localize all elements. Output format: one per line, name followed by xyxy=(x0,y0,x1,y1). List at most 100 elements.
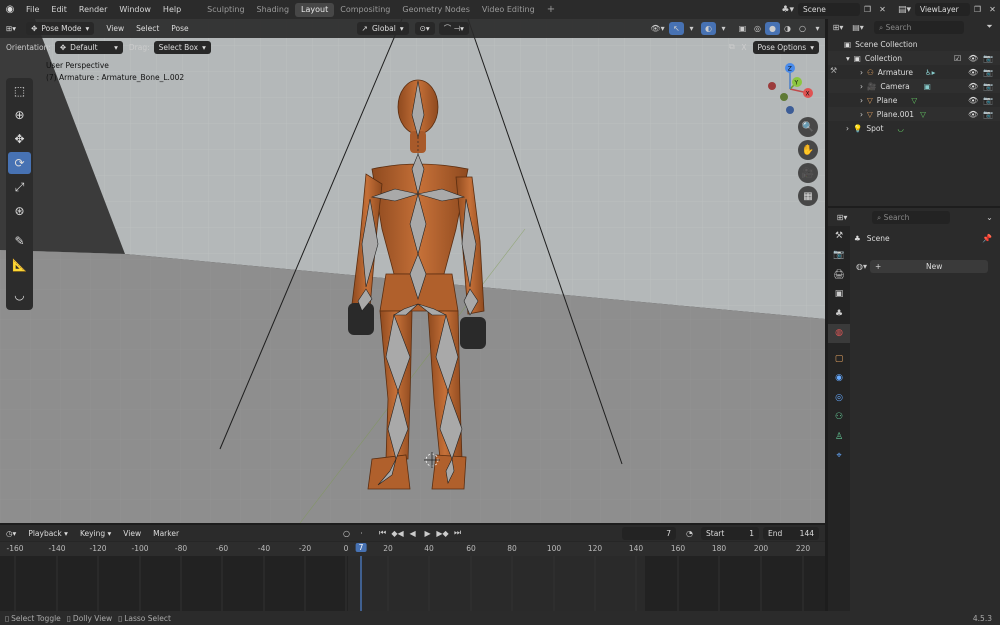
measure-icon[interactable]: 📐 xyxy=(8,254,31,276)
preview-range-icon[interactable]: ◔ xyxy=(682,527,697,540)
new-scene-icon[interactable]: ❐ xyxy=(860,3,875,16)
filter-icon[interactable]: ⏷ xyxy=(982,21,997,34)
physics-properties-icon[interactable]: ◎ xyxy=(828,388,850,408)
end-frame-field[interactable]: End 144 xyxy=(763,526,819,540)
object-data-armature-icon[interactable]: ♙ xyxy=(828,427,850,447)
output-properties-icon[interactable]: 🖨 xyxy=(828,265,850,285)
relax-pose-icon[interactable]: ◡ xyxy=(8,284,31,306)
menu-render[interactable]: Render xyxy=(73,0,113,19)
menu-pose[interactable]: Pose xyxy=(165,21,194,36)
camera-render-icon[interactable]: 📷 xyxy=(983,68,993,77)
eye-icon[interactable]: 👁 xyxy=(968,82,978,91)
eye-icon[interactable]: 👁 xyxy=(968,68,978,77)
wireframe-shading-icon[interactable]: ◎ xyxy=(750,22,765,35)
rotate-icon[interactable]: ⟳ xyxy=(8,152,31,174)
outliner-tool-icon[interactable]: ⚒ xyxy=(830,66,837,75)
perspective-grid-icon[interactable]: ▦ xyxy=(798,186,818,206)
tool-properties-icon[interactable]: ⚒ xyxy=(828,226,850,246)
snap-selector[interactable]: ⌒ ⊣▾ xyxy=(438,22,469,35)
start-frame-field[interactable]: Start 1 xyxy=(701,526,759,540)
tab-video-editing[interactable]: Video Editing xyxy=(476,0,541,19)
jump-end-icon[interactable]: ⏭ xyxy=(450,527,465,540)
menu-window[interactable]: Window xyxy=(113,0,157,19)
object-properties-icon[interactable]: ▢ xyxy=(828,349,850,369)
outliner-row-spot[interactable]: › 💡 Spot ◡ xyxy=(828,121,1000,135)
transform-icon[interactable]: ⊛ xyxy=(8,200,31,222)
camera-render-icon[interactable]: 📷 xyxy=(983,110,993,119)
menu-select[interactable]: Select xyxy=(130,21,165,36)
modifier-properties-icon[interactable]: ◉ xyxy=(828,369,850,389)
menu-timeline-view[interactable]: View xyxy=(117,526,147,541)
delete-view-layer-icon[interactable]: ✕ xyxy=(985,3,1000,16)
menu-view[interactable]: View xyxy=(100,21,130,36)
outliner-search-input[interactable]: ⌕ Search xyxy=(874,20,964,34)
mirror-x-label[interactable]: X xyxy=(741,43,746,52)
mirror-icon[interactable]: ⧉ xyxy=(724,41,739,54)
pin-icon[interactable]: 📌 xyxy=(982,234,992,243)
view-layer-icon[interactable]: ▤▾ xyxy=(898,5,911,15)
auto-keying-icon[interactable]: ○ xyxy=(339,527,354,540)
play-reverse-icon[interactable]: ◀ xyxy=(405,527,420,540)
view-layer-properties-icon[interactable]: ▣ xyxy=(828,285,850,305)
scene-icon[interactable]: ♣▾ xyxy=(781,5,794,15)
select-box-icon[interactable]: ⬚ xyxy=(8,80,31,102)
camera-view-icon[interactable]: 🎥 xyxy=(798,163,818,183)
new-view-layer-icon[interactable]: ❐ xyxy=(970,3,985,16)
keying-set-icon[interactable]: · xyxy=(354,527,369,540)
bone-properties-icon[interactable]: ⌖ xyxy=(828,447,850,467)
menu-playback[interactable]: Playback ▾ xyxy=(22,526,74,541)
xray-icon[interactable]: ▣ xyxy=(735,22,750,35)
menu-marker[interactable]: Marker xyxy=(147,526,185,541)
pose-options-button[interactable]: Pose Options ▾ xyxy=(752,40,819,54)
delete-scene-icon[interactable]: ✕ xyxy=(875,3,890,16)
move-icon[interactable]: ✥ xyxy=(8,128,31,150)
outliner-row-camera[interactable]: › 🎥 Camera ▣ 👁 📷 xyxy=(828,79,1000,93)
timeline-track-area[interactable] xyxy=(0,556,825,611)
menu-help[interactable]: Help xyxy=(157,0,187,19)
shading-dropdown-icon[interactable]: ▾ xyxy=(810,22,825,35)
3d-viewport[interactable]: ⊞▾ ✥ Pose Mode ▾ View Select Pose ↗ Glob… xyxy=(0,19,825,523)
gizmo-toggle-icon[interactable]: ↖ xyxy=(669,22,684,35)
properties-options-icon[interactable]: ⌄ xyxy=(982,211,997,224)
eye-icon[interactable]: 👁 xyxy=(968,96,978,105)
menu-edit[interactable]: Edit xyxy=(45,0,73,19)
rendered-shading-icon[interactable]: ○ xyxy=(795,22,810,35)
render-properties-icon[interactable]: 📷 xyxy=(828,246,850,266)
scene-properties-icon[interactable]: ♣ xyxy=(828,304,850,324)
menu-file[interactable]: File xyxy=(20,0,45,19)
solid-shading-icon[interactable]: ● xyxy=(765,22,780,35)
pan-hand-icon[interactable]: ✋ xyxy=(798,140,818,160)
overlay-toggle-icon[interactable]: ◐ xyxy=(701,22,716,35)
tab-geometry-nodes[interactable]: Geometry Nodes xyxy=(396,0,475,19)
outliner-row-scene-collection[interactable]: ▣ Scene Collection xyxy=(828,37,1000,51)
editor-type-icon[interactable]: ⊞▾ xyxy=(0,21,22,36)
outliner-row-armature[interactable]: › ⚇ Armature ♿▸ 👁 📷 xyxy=(828,65,1000,79)
outliner-row-plane-001[interactable]: › ▽ Plane.001 ▽ 👁 📷 xyxy=(828,107,1000,121)
visibility-icon[interactable]: 👁▾ xyxy=(650,22,665,35)
gizmo-dropdown-icon[interactable]: ▾ xyxy=(684,22,699,35)
tab-sculpting[interactable]: Sculpting xyxy=(201,0,250,19)
view-layer-selector[interactable]: ViewLayer xyxy=(915,3,970,16)
current-frame-field[interactable]: 7 xyxy=(622,526,676,540)
play-icon[interactable]: ▶ xyxy=(420,527,435,540)
properties-editor-type-icon[interactable]: ⊞▾ xyxy=(832,211,852,224)
next-keyframe-icon[interactable]: ▶◆ xyxy=(435,527,450,540)
overlay-dropdown-icon[interactable]: ▾ xyxy=(716,22,731,35)
camera-render-icon[interactable]: 📷 xyxy=(983,96,993,105)
material-shading-icon[interactable]: ◑ xyxy=(780,22,795,35)
cursor-icon[interactable]: ⊕ xyxy=(8,104,31,126)
transform-orientation-selector[interactable]: ↗ Global ▾ xyxy=(356,22,409,35)
orientation-selector[interactable]: ✥ Default ▾ xyxy=(54,40,123,54)
eye-icon[interactable]: 👁 xyxy=(968,54,978,63)
tab-compositing[interactable]: Compositing xyxy=(334,0,396,19)
current-frame-indicator[interactable]: 7 xyxy=(355,543,367,552)
camera-render-icon[interactable]: 📷 xyxy=(983,54,993,63)
eye-icon[interactable]: 👁 xyxy=(968,110,978,119)
zoom-icon[interactable]: 🔍 xyxy=(798,117,818,137)
tab-layout[interactable]: Layout xyxy=(295,2,335,17)
scale-icon[interactable]: ⤢ xyxy=(8,176,31,198)
navigation-gizmo[interactable]: X Y Z xyxy=(762,61,818,117)
pivot-selector[interactable]: ⊙▾ xyxy=(414,22,435,35)
world-properties-icon[interactable]: ◍ xyxy=(828,323,850,343)
properties-search-input[interactable]: ⌕ Search xyxy=(872,210,950,224)
